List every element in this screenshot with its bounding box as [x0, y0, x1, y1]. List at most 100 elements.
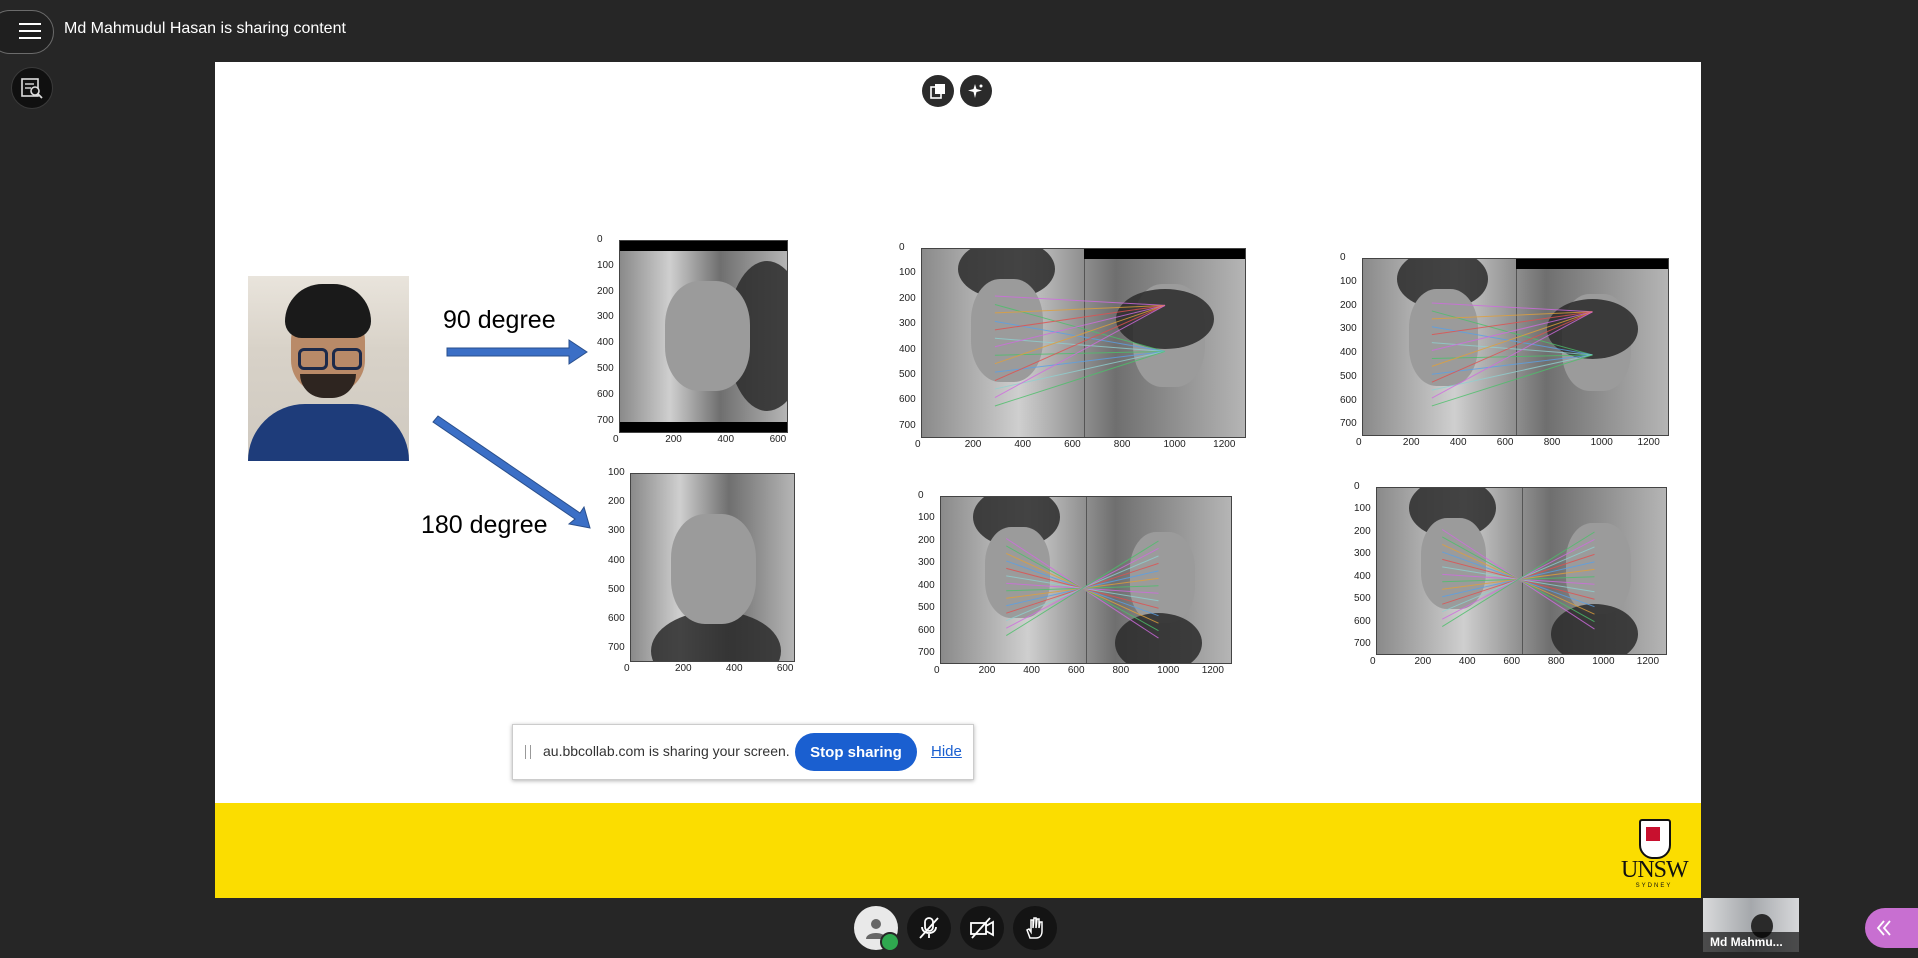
label-90-degree: 90 degree [443, 306, 556, 334]
y-tick-label: 400 [899, 343, 916, 355]
label-180-degree: 180 degree [421, 511, 548, 539]
x-tick-label: 200 [964, 439, 982, 450]
x-tick-label: 800 [1543, 437, 1561, 448]
y-tick-label: 600 [1354, 615, 1371, 627]
arrow-90 [446, 339, 588, 365]
y-tick-label: 300 [1354, 548, 1371, 560]
x-tick-label: 0 [1356, 437, 1362, 448]
match-lines [994, 295, 1166, 407]
match-line [994, 295, 1166, 306]
captions-button[interactable] [11, 67, 53, 109]
y-tick-label: 400 [597, 337, 614, 349]
x-tick-label: 200 [1402, 437, 1420, 448]
x-tick-label: 800 [1112, 665, 1130, 676]
x-tick-label: 0 [915, 439, 921, 450]
plot-image [1362, 258, 1669, 436]
match-line [994, 304, 1166, 398]
y-tick-label: 700 [1340, 418, 1357, 430]
self-video-name: Md Mahmu... [1703, 932, 1799, 952]
x-tick-label: 1000 [1592, 656, 1615, 667]
x-tick-label: 0 [934, 665, 940, 676]
chevron-left-icon [1876, 920, 1891, 936]
y-tick-label: 600 [1340, 394, 1357, 406]
y-tick-label: 0 [918, 490, 924, 501]
y-tick-label: 500 [597, 363, 614, 375]
status-button[interactable] [854, 906, 900, 952]
x-tick-label: 600 [776, 663, 794, 674]
x-tick-label: 400 [1014, 439, 1032, 450]
y-tick-label: 500 [899, 369, 916, 381]
y-tick-label: 400 [918, 579, 935, 591]
y-tick-label: 700 [1354, 638, 1371, 650]
plot-image [630, 473, 795, 662]
sparkle-icon [968, 84, 983, 98]
y-tick-label: 300 [608, 525, 625, 537]
y-tick-label: 500 [1354, 593, 1371, 605]
footer-banner: UNSW SYDNEY [215, 803, 1701, 898]
menu-button[interactable] [0, 10, 54, 54]
x-tick-label: 200 [674, 663, 692, 674]
microphone-button[interactable] [907, 906, 951, 950]
status-check-icon [880, 932, 900, 952]
x-tick-label: 400 [1458, 656, 1476, 667]
y-tick-label: 600 [899, 394, 916, 406]
plot-image [940, 496, 1232, 664]
match-line [994, 350, 1166, 407]
camera-button[interactable] [960, 906, 1004, 950]
y-tick-label: 100 [899, 267, 916, 279]
x-tick-label: 400 [1023, 665, 1040, 676]
stop-sharing-button[interactable]: Stop sharing [795, 733, 917, 771]
y-tick-label: 200 [597, 285, 614, 297]
match-line [1441, 531, 1595, 628]
y-tick-label: 100 [1354, 503, 1371, 515]
x-tick-label: 400 [717, 434, 735, 445]
x-tick-label: 800 [1547, 656, 1565, 667]
plot-image [921, 248, 1246, 438]
y-tick-label: 0 [1340, 252, 1346, 263]
camera-off-icon [970, 917, 994, 939]
sparkle-button[interactable] [960, 75, 992, 107]
y-tick-label: 0 [899, 242, 905, 253]
drag-handle[interactable] [525, 745, 531, 759]
x-tick-label: 600 [1503, 656, 1521, 667]
x-tick-label: 1000 [1163, 439, 1186, 450]
match-line [1431, 311, 1593, 383]
y-tick-label: 600 [608, 613, 625, 625]
y-tick-label: 500 [1340, 370, 1357, 382]
x-tick-label: 0 [613, 434, 619, 445]
raise-hand-button[interactable] [1013, 906, 1057, 950]
y-tick-label: 300 [918, 557, 935, 569]
copy-button[interactable] [922, 75, 954, 107]
y-tick-label: 200 [1340, 299, 1357, 311]
collaborate-panel-button[interactable] [1865, 908, 1918, 948]
hide-link[interactable]: Hide [931, 743, 962, 760]
x-tick-label: 200 [978, 665, 996, 676]
match-lines [1431, 302, 1593, 407]
y-tick-label: 200 [608, 496, 625, 508]
match-line [994, 304, 1166, 382]
screen-share-bar: au.bbcollab.com is sharing your screen. … [512, 724, 974, 780]
y-tick-label: 200 [1354, 525, 1371, 537]
self-video-tile[interactable]: Md Mahmu... [1703, 898, 1799, 952]
y-tick-label: 100 [608, 467, 625, 478]
x-tick-label: 200 [665, 434, 682, 445]
y-tick-label: 400 [608, 554, 625, 566]
x-tick-label: 800 [1113, 439, 1131, 450]
plot-image [619, 240, 788, 433]
y-tick-label: 700 [918, 647, 935, 659]
match-line [1431, 354, 1593, 407]
y-tick-label: 400 [1354, 570, 1371, 582]
menu-icon [19, 23, 41, 44]
x-tick-label: 400 [725, 663, 743, 674]
y-tick-label: 500 [918, 602, 935, 614]
sharing-title: Md Mahmudul Hasan is sharing content [64, 20, 346, 37]
y-tick-label: 300 [597, 311, 614, 323]
x-tick-label: 1200 [1636, 656, 1660, 667]
y-tick-label: 700 [597, 414, 614, 426]
x-tick-label: 1200 [1637, 437, 1660, 448]
x-tick-label: 1200 [1213, 439, 1236, 450]
hand-raise-icon [1026, 917, 1043, 939]
y-tick-label: 700 [608, 642, 625, 654]
y-tick-label: 200 [918, 534, 935, 546]
y-tick-label: 400 [1340, 347, 1357, 359]
